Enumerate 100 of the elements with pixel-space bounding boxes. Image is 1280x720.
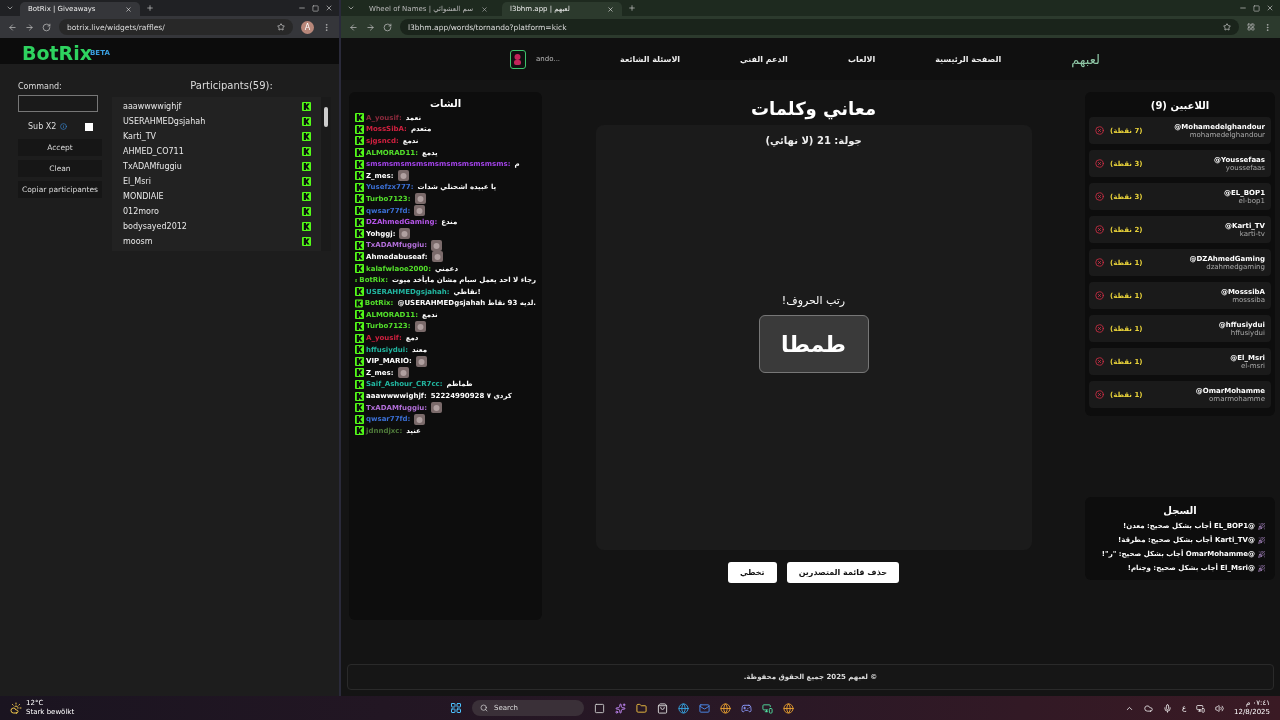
game-button[interactable]: تخطي (727, 562, 777, 583)
minimize-icon[interactable] (298, 4, 306, 12)
logo-icon (355, 217, 364, 227)
app-icon[interactable] (762, 702, 773, 714)
logo-icon (355, 182, 364, 192)
cloud-icon[interactable] (1143, 703, 1153, 713)
participant-name: Karti_TV (123, 132, 156, 141)
logo-icon (355, 403, 364, 413)
emote-icon (414, 205, 426, 217)
remove-icon[interactable] (1095, 291, 1104, 300)
reload-icon[interactable] (42, 22, 51, 32)
logo-icon (355, 113, 364, 123)
logo-icon (302, 162, 311, 171)
command-input[interactable] (18, 95, 98, 112)
logo-icon (302, 237, 311, 246)
logo-icon (355, 148, 364, 158)
logo-icon (355, 229, 364, 239)
nav-link[interactable]: الصفحة الرئيسية (935, 54, 1002, 64)
remove-icon[interactable] (1095, 324, 1104, 333)
menu-icon[interactable] (322, 22, 331, 32)
remove-icon[interactable] (1095, 159, 1104, 168)
extensions-icon[interactable] (1247, 23, 1255, 31)
forward-icon[interactable] (25, 22, 34, 32)
maximize-icon[interactable] (312, 4, 319, 12)
close-icon[interactable] (607, 5, 615, 13)
back-icon[interactable] (8, 22, 17, 32)
user-avatar[interactable] (509, 49, 526, 69)
remove-icon[interactable] (1095, 126, 1104, 135)
emote-icon (431, 251, 443, 263)
emote-icon (399, 228, 411, 240)
game-title: معاني وكلمات (750, 98, 877, 119)
tab-list-icon[interactable] (6, 4, 14, 12)
tab-list-icon[interactable] (347, 4, 355, 12)
command-label: Command: (18, 82, 63, 91)
maximize-icon[interactable] (1253, 4, 1260, 12)
new-tab-icon[interactable] (146, 4, 154, 12)
nav-link[interactable]: الاسئلة الشائعة (620, 54, 681, 64)
emote-icon (431, 402, 443, 414)
gamepad-icon[interactable] (741, 702, 752, 714)
participant-name: MONDIAIE (123, 192, 164, 201)
store-icon[interactable] (657, 702, 668, 714)
mail-icon[interactable] (699, 702, 710, 714)
logo-icon (302, 147, 311, 156)
logo-icon (355, 322, 364, 331)
info-icon[interactable] (60, 123, 68, 130)
browser-icon[interactable] (720, 702, 731, 714)
remove-icon[interactable] (1095, 357, 1104, 366)
logo-icon (302, 102, 311, 111)
sub-x2-checkbox[interactable] (85, 122, 94, 131)
folder-icon[interactable] (636, 702, 647, 714)
weather-icon[interactable] (10, 702, 22, 714)
prompt-text: رتب الحروف! (781, 294, 846, 307)
start-icon[interactable] (450, 702, 462, 714)
participant-name: USERAHMEDgsjahah (123, 117, 206, 126)
sparkle-icon[interactable] (615, 702, 626, 714)
logo-icon (355, 240, 364, 250)
microphone-icon[interactable] (1162, 703, 1172, 713)
close-icon[interactable] (481, 5, 489, 13)
bookmark-star-icon[interactable] (277, 23, 285, 31)
emote-icon (397, 170, 409, 182)
participant-name: AHMED_CO711 (123, 147, 184, 156)
logo-icon (355, 391, 364, 401)
task-view-icon[interactable] (594, 702, 605, 714)
logo-icon (302, 207, 311, 216)
nav-link[interactable]: الالعاب (847, 54, 876, 64)
remove-icon[interactable] (1095, 390, 1104, 399)
close-icon[interactable] (325, 4, 333, 12)
logo-icon (355, 414, 364, 424)
logo-icon (355, 171, 364, 181)
forward-icon[interactable] (366, 22, 375, 32)
nav-link[interactable]: الدعم الفني (740, 54, 788, 64)
bookmark-star-icon[interactable] (1223, 23, 1231, 31)
minimize-icon[interactable] (1239, 4, 1247, 12)
remove-icon[interactable] (1095, 225, 1104, 234)
logo-icon (302, 192, 311, 201)
logo-icon (355, 333, 364, 343)
remove-icon[interactable] (1095, 192, 1104, 201)
party-popper-icon (1258, 564, 1265, 572)
search-icon (480, 704, 488, 712)
menu-icon[interactable] (1263, 22, 1272, 32)
logo-icon (302, 117, 311, 126)
remove-icon[interactable] (1095, 258, 1104, 267)
logo-icon (355, 124, 364, 134)
logo-icon (355, 287, 364, 297)
emote-icon (431, 239, 443, 251)
browser-icon[interactable] (783, 702, 794, 714)
reload-icon[interactable] (383, 22, 392, 32)
emote-icon (414, 193, 426, 205)
volume-icon[interactable] (1215, 703, 1225, 713)
game-button[interactable]: حذف قائمة المتصدرين (786, 562, 900, 583)
close-icon[interactable] (1266, 4, 1274, 12)
emote-icon (397, 367, 409, 379)
logo-icon (355, 252, 364, 262)
party-popper-icon (1258, 550, 1265, 558)
back-icon[interactable] (349, 22, 358, 32)
display-icon[interactable] (1196, 703, 1206, 713)
players-title: اللاعبين (9) (1150, 100, 1210, 111)
new-tab-icon[interactable] (628, 4, 637, 12)
browser-icon[interactable] (678, 702, 689, 714)
site-logo[interactable]: لعبهم (1071, 51, 1100, 67)
